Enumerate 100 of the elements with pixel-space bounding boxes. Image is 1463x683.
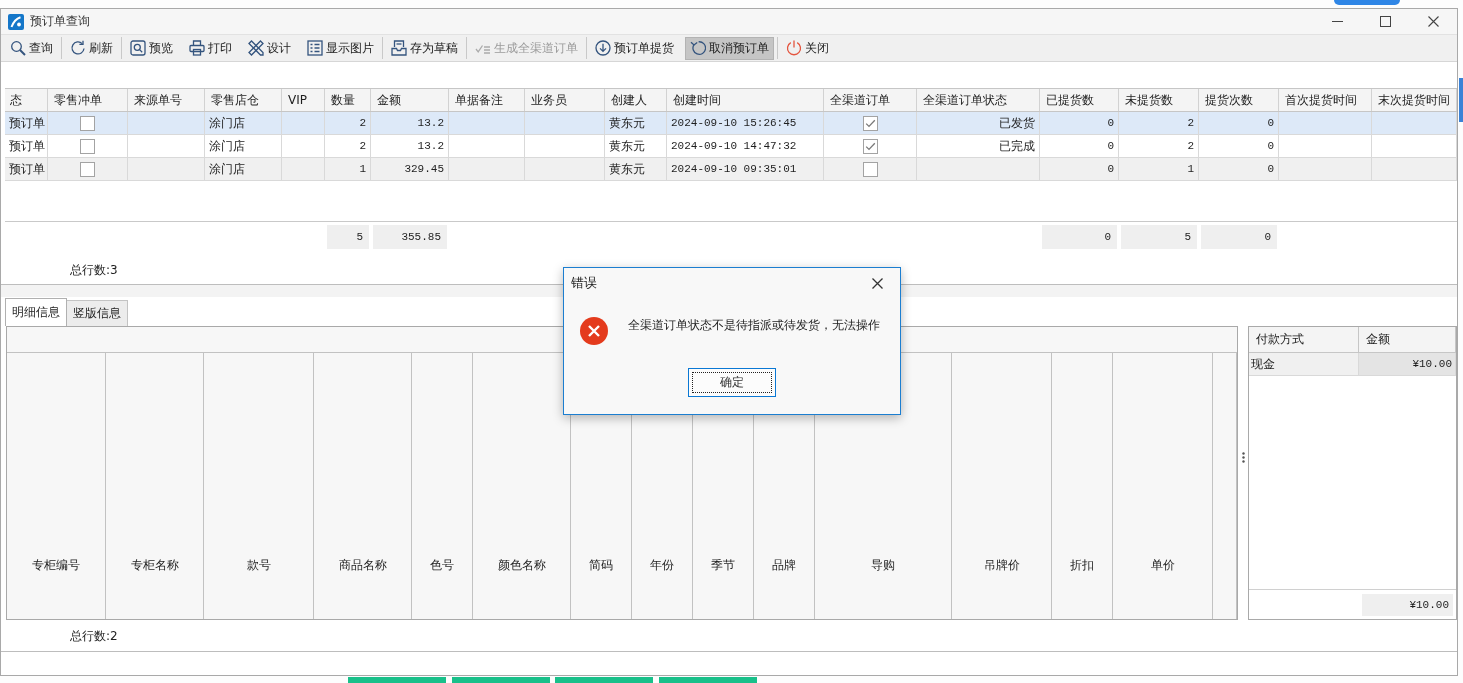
column-header: 单据备注 — [449, 89, 525, 111]
total-cell: ¥10.00 — [1362, 593, 1453, 616]
table-cell: 2 — [1119, 112, 1199, 134]
row-count: 总行数:3 — [70, 261, 118, 279]
column-header: 数量 — [325, 89, 371, 111]
table-cell: 已发货 — [917, 112, 1040, 134]
tab[interactable]: 明细信息 — [5, 298, 67, 326]
table-cell: 0 — [1040, 158, 1119, 180]
grip-icon[interactable] — [1241, 452, 1245, 463]
minimize-icon — [1331, 21, 1343, 22]
toolbar-button[interactable]: 刷新 — [65, 36, 118, 60]
table-cell: 0 — [1040, 135, 1119, 157]
refresh-icon — [70, 40, 86, 56]
table-cell: 预订单 — [5, 135, 48, 157]
power-icon — [786, 40, 802, 56]
column-header: 提货次数 — [1199, 89, 1279, 111]
toolbar-button[interactable]: 存为草稿 — [386, 36, 463, 60]
column-header: VIP — [282, 89, 325, 111]
table-cell: 涂门店 — [205, 112, 282, 134]
table-cell: 0 — [1199, 158, 1279, 180]
window-title: 预订单查询 — [30, 13, 90, 30]
toolbar-button[interactable]: 关闭 — [781, 36, 834, 60]
table-cell: 2024-09-10 15:26:45 — [667, 112, 824, 134]
total-cell: 0 — [1042, 225, 1117, 249]
table-row[interactable]: 预订单 涂门店 2 13.2 黄东元 2024-09-10 15:26:45 已发货 0 2 0 — [5, 112, 1457, 135]
column-header: 金额 — [1359, 327, 1456, 352]
table-cell: 黄东元 — [605, 158, 667, 180]
table-cell: 0 — [1199, 135, 1279, 157]
app-icon — [8, 13, 24, 30]
ok-button[interactable]: 确定 — [688, 368, 776, 397]
error-icon — [580, 317, 608, 345]
row-count: 总行数:2 — [70, 628, 118, 645]
column-header: 创建人 — [605, 89, 667, 111]
total-cell: 5 — [327, 225, 369, 249]
column-header: 零售店仓 — [205, 89, 282, 111]
table-cell: 2 — [1119, 135, 1199, 157]
table-row[interactable]: 预订单 涂门店 1 329.45 黄东元 2024-09-10 09:35:01 0 1 0 — [5, 158, 1457, 181]
table-cell: 2024-09-10 09:35:01 — [667, 158, 824, 180]
table-cell: 黄东元 — [605, 112, 667, 134]
toolbar-button[interactable]: 显示图片 — [302, 36, 379, 60]
printer-icon — [189, 40, 205, 56]
table-cell: 已完成 — [917, 135, 1040, 157]
toolbar-button[interactable]: 预订单提货 — [590, 36, 679, 60]
column-header: 全渠道订单状态 — [917, 89, 1040, 111]
column-header: 全渠道订单 — [824, 89, 917, 111]
column-header: 态 — [5, 89, 48, 111]
checkbox[interactable] — [80, 138, 95, 154]
pencil-ruler-icon — [248, 40, 264, 56]
table-cell: 13.2 — [371, 135, 449, 157]
column-header: 业务员 — [525, 89, 605, 111]
preview-icon — [130, 40, 146, 56]
checkbox[interactable] — [80, 161, 95, 177]
tray-icon — [391, 40, 407, 56]
column-header: 末次提货时间 — [1372, 89, 1457, 111]
column-header: 金额 — [371, 89, 449, 111]
checkbox[interactable] — [862, 161, 878, 177]
grid-icon — [307, 40, 323, 56]
table-cell: 黄东元 — [605, 135, 667, 157]
toolbar-button[interactable]: 取消预订单 — [685, 36, 774, 60]
checkbox[interactable] — [862, 115, 878, 131]
table-cell: 预订单 — [5, 112, 48, 134]
table-row[interactable]: 预订单 涂门店 2 13.2 黄东元 2024-09-10 14:47:32 已完成 0 2 0 — [5, 135, 1457, 158]
tab[interactable]: 竖版信息 — [67, 300, 128, 326]
column-header: 创建时间 — [667, 89, 824, 111]
download-circle-icon — [595, 40, 611, 56]
maximize-icon — [1379, 16, 1391, 27]
column-header: 未提货数 — [1119, 89, 1199, 111]
table-cell: ¥10.00 — [1359, 353, 1456, 375]
column-header: 付款方式 — [1249, 327, 1359, 352]
partial-panel — [1459, 78, 1463, 122]
table-cell: 329.45 — [371, 158, 449, 180]
table-cell: 1 — [325, 158, 371, 180]
table-cell: 2 — [325, 135, 371, 157]
toolbar-button[interactable]: 预览 — [125, 36, 178, 60]
table-cell: 13.2 — [371, 112, 449, 134]
close-icon — [871, 277, 883, 289]
undo-icon — [690, 40, 706, 56]
table-row[interactable]: 现金 ¥10.00 — [1249, 353, 1456, 376]
checkbox[interactable] — [80, 115, 95, 131]
toolbar-button[interactable]: 查询 — [5, 36, 58, 60]
toolbar-button[interactable]: 打印 — [184, 36, 237, 60]
table-cell: 0 — [1040, 112, 1119, 134]
table-cell: 涂门店 — [205, 158, 282, 180]
column-header: 首次提货时间 — [1279, 89, 1372, 111]
table-cell: 2024-09-10 14:47:32 — [667, 135, 824, 157]
dialog-title: 错误 — [571, 274, 597, 292]
column-header: 来源单号 — [128, 89, 205, 111]
table-cell: 1 — [1119, 158, 1199, 180]
total-cell: 5 — [1121, 225, 1197, 249]
search-icon — [10, 40, 26, 56]
column-header: 已提货数 — [1040, 89, 1119, 111]
total-cell: 0 — [1201, 225, 1277, 249]
table-cell: 预订单 — [5, 158, 48, 180]
toolbar-button[interactable]: 设计 — [243, 36, 296, 60]
checkbox[interactable] — [862, 138, 878, 154]
table-cell: 0 — [1199, 112, 1279, 134]
close-icon — [1427, 16, 1439, 27]
table-cell: 2 — [325, 112, 371, 134]
column-header: 零售冲单 — [48, 89, 128, 111]
table-cell: 涂门店 — [205, 135, 282, 157]
